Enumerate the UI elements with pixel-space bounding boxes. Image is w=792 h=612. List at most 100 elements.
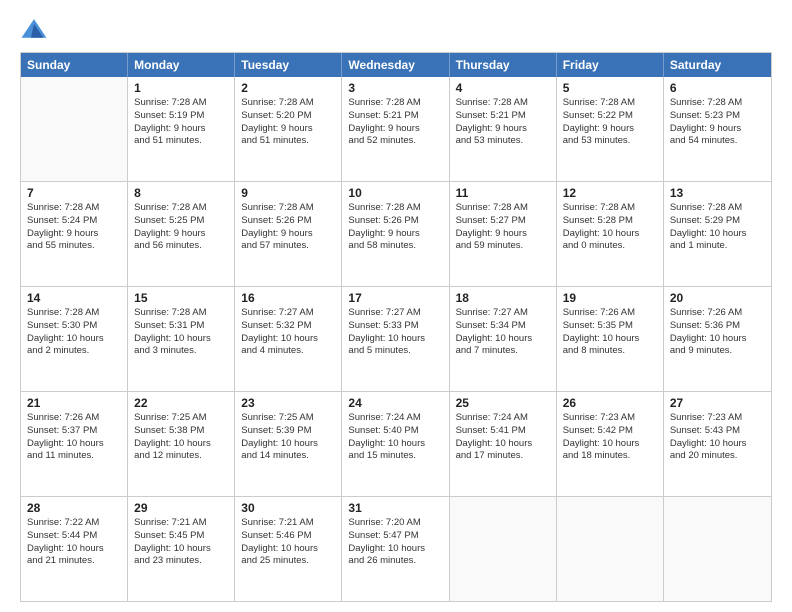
cell-content: Sunrise: 7:28 AM Sunset: 5:31 PM Dayligh… [134,307,228,358]
calendar: SundayMondayTuesdayWednesdayThursdayFrid… [20,52,772,602]
day-number: 16 [241,291,335,305]
day-number: 11 [456,186,550,200]
cell-content: Sunrise: 7:28 AM Sunset: 5:26 PM Dayligh… [241,202,335,253]
day-number: 22 [134,396,228,410]
cell-content: Sunrise: 7:28 AM Sunset: 5:27 PM Dayligh… [456,202,550,253]
calendar-row: 14 Sunrise: 7:28 AM Sunset: 5:30 PM Dayli… [21,286,771,391]
cell-content: Sunrise: 7:26 AM Sunset: 5:35 PM Dayligh… [563,307,657,358]
calendar-cell: 28 Sunrise: 7:22 AM Sunset: 5:44 PM Dayli… [21,497,128,601]
cell-content: Sunrise: 7:28 AM Sunset: 5:19 PM Dayligh… [134,97,228,148]
day-number: 14 [27,291,121,305]
cell-content: Sunrise: 7:28 AM Sunset: 5:21 PM Dayligh… [456,97,550,148]
cell-content: Sunrise: 7:28 AM Sunset: 5:21 PM Dayligh… [348,97,442,148]
calendar-cell: 17Sunrise: 7:27 AM Sunset: 5:33 PM Dayli… [342,287,449,391]
cell-content: Sunrise: 7:23 AM Sunset: 5:43 PM Dayligh… [670,412,765,463]
page: SundayMondayTuesdayWednesdayThursdayFrid… [0,0,792,612]
cell-content: Sunrise: 7:28 AM Sunset: 5:23 PM Dayligh… [670,97,765,148]
day-number: 12 [563,186,657,200]
calendar-cell: 27Sunrise: 7:23 AM Sunset: 5:43 PM Dayli… [664,392,771,496]
day-number: 19 [563,291,657,305]
cell-content: Sunrise: 7:27 AM Sunset: 5:32 PM Dayligh… [241,307,335,358]
day-number: 23 [241,396,335,410]
cell-content: Sunrise: 7:28 AM Sunset: 5:26 PM Dayligh… [348,202,442,253]
cell-content: Sunrise: 7:24 AM Sunset: 5:40 PM Dayligh… [348,412,442,463]
cell-content: Sunrise: 7:24 AM Sunset: 5:41 PM Dayligh… [456,412,550,463]
calendar-header-cell: Wednesday [342,53,449,77]
cell-content: Sunrise: 7:28 AM Sunset: 5:22 PM Dayligh… [563,97,657,148]
day-number: 25 [456,396,550,410]
day-number: 8 [134,186,228,200]
calendar-cell: 25 Sunrise: 7:24 AM Sunset: 5:41 PM Dayli… [450,392,557,496]
day-number: 10 [348,186,442,200]
calendar-header-cell: Sunday [21,53,128,77]
day-number: 18 [456,291,550,305]
day-number: 30 [241,501,335,515]
calendar-header: SundayMondayTuesdayWednesdayThursdayFrid… [21,53,771,77]
calendar-cell: 9 Sunrise: 7:28 AM Sunset: 5:26 PM Daylig… [235,182,342,286]
calendar-cell: 24 Sunrise: 7:24 AM Sunset: 5:40 PM Dayli… [342,392,449,496]
logo [20,16,52,44]
day-number: 15 [134,291,228,305]
day-number: 6 [670,81,765,95]
calendar-cell: 5 Sunrise: 7:28 AM Sunset: 5:22 PM Daylig… [557,77,664,181]
day-number: 24 [348,396,442,410]
calendar-header-cell: Tuesday [235,53,342,77]
cell-content: Sunrise: 7:28 AM Sunset: 5:30 PM Dayligh… [27,307,121,358]
calendar-row: 1 Sunrise: 7:28 AM Sunset: 5:19 PM Daylig… [21,77,771,181]
cell-content: Sunrise: 7:22 AM Sunset: 5:44 PM Dayligh… [27,517,121,568]
cell-content: Sunrise: 7:28 AM Sunset: 5:29 PM Dayligh… [670,202,765,253]
calendar-cell: 22 Sunrise: 7:25 AM Sunset: 5:38 PM Dayli… [128,392,235,496]
calendar-cell: 4Sunrise: 7:28 AM Sunset: 5:21 PM Daylig… [450,77,557,181]
header [20,16,772,44]
cell-content: Sunrise: 7:27 AM Sunset: 5:33 PM Dayligh… [348,307,442,358]
cell-content: Sunrise: 7:26 AM Sunset: 5:36 PM Dayligh… [670,307,765,358]
calendar-row: 21Sunrise: 7:26 AM Sunset: 5:37 PM Dayli… [21,391,771,496]
calendar-cell: 8Sunrise: 7:28 AM Sunset: 5:25 PM Daylig… [128,182,235,286]
day-number: 3 [348,81,442,95]
calendar-cell: 10 Sunrise: 7:28 AM Sunset: 5:26 PM Dayli… [342,182,449,286]
cell-content: Sunrise: 7:23 AM Sunset: 5:42 PM Dayligh… [563,412,657,463]
cell-content: Sunrise: 7:25 AM Sunset: 5:38 PM Dayligh… [134,412,228,463]
calendar-cell: 31 Sunrise: 7:20 AM Sunset: 5:47 PM Dayli… [342,497,449,601]
calendar-header-cell: Monday [128,53,235,77]
calendar-cell [450,497,557,601]
day-number: 28 [27,501,121,515]
cell-content: Sunrise: 7:26 AM Sunset: 5:37 PM Dayligh… [27,412,121,463]
calendar-header-cell: Friday [557,53,664,77]
cell-content: Sunrise: 7:28 AM Sunset: 5:24 PM Dayligh… [27,202,121,253]
calendar-cell: 12 Sunrise: 7:28 AM Sunset: 5:28 PM Dayli… [557,182,664,286]
calendar-row: 7 Sunrise: 7:28 AM Sunset: 5:24 PM Daylig… [21,181,771,286]
day-number: 1 [134,81,228,95]
calendar-cell [557,497,664,601]
cell-content: Sunrise: 7:28 AM Sunset: 5:20 PM Dayligh… [241,97,335,148]
calendar-body: 1 Sunrise: 7:28 AM Sunset: 5:19 PM Daylig… [21,77,771,601]
calendar-cell: 15 Sunrise: 7:28 AM Sunset: 5:31 PM Dayli… [128,287,235,391]
calendar-cell [664,497,771,601]
calendar-cell: 29Sunrise: 7:21 AM Sunset: 5:45 PM Dayli… [128,497,235,601]
day-number: 13 [670,186,765,200]
calendar-cell: 14 Sunrise: 7:28 AM Sunset: 5:30 PM Dayli… [21,287,128,391]
day-number: 7 [27,186,121,200]
calendar-cell: 19 Sunrise: 7:26 AM Sunset: 5:35 PM Dayli… [557,287,664,391]
cell-content: Sunrise: 7:20 AM Sunset: 5:47 PM Dayligh… [348,517,442,568]
calendar-cell: 2Sunrise: 7:28 AM Sunset: 5:20 PM Daylig… [235,77,342,181]
calendar-header-cell: Thursday [450,53,557,77]
day-number: 9 [241,186,335,200]
day-number: 29 [134,501,228,515]
calendar-cell: 16 Sunrise: 7:27 AM Sunset: 5:32 PM Dayli… [235,287,342,391]
calendar-cell: 30 Sunrise: 7:21 AM Sunset: 5:46 PM Dayli… [235,497,342,601]
cell-content: Sunrise: 7:25 AM Sunset: 5:39 PM Dayligh… [241,412,335,463]
logo-icon [20,16,48,44]
calendar-cell: 20 Sunrise: 7:26 AM Sunset: 5:36 PM Dayli… [664,287,771,391]
calendar-cell: 6 Sunrise: 7:28 AM Sunset: 5:23 PM Daylig… [664,77,771,181]
calendar-cell: 7 Sunrise: 7:28 AM Sunset: 5:24 PM Daylig… [21,182,128,286]
day-number: 31 [348,501,442,515]
cell-content: Sunrise: 7:21 AM Sunset: 5:46 PM Dayligh… [241,517,335,568]
calendar-cell: 23 Sunrise: 7:25 AM Sunset: 5:39 PM Dayli… [235,392,342,496]
calendar-cell [21,77,128,181]
day-number: 20 [670,291,765,305]
calendar-header-cell: Saturday [664,53,771,77]
day-number: 5 [563,81,657,95]
cell-content: Sunrise: 7:28 AM Sunset: 5:28 PM Dayligh… [563,202,657,253]
calendar-cell: 11 Sunrise: 7:28 AM Sunset: 5:27 PM Dayli… [450,182,557,286]
